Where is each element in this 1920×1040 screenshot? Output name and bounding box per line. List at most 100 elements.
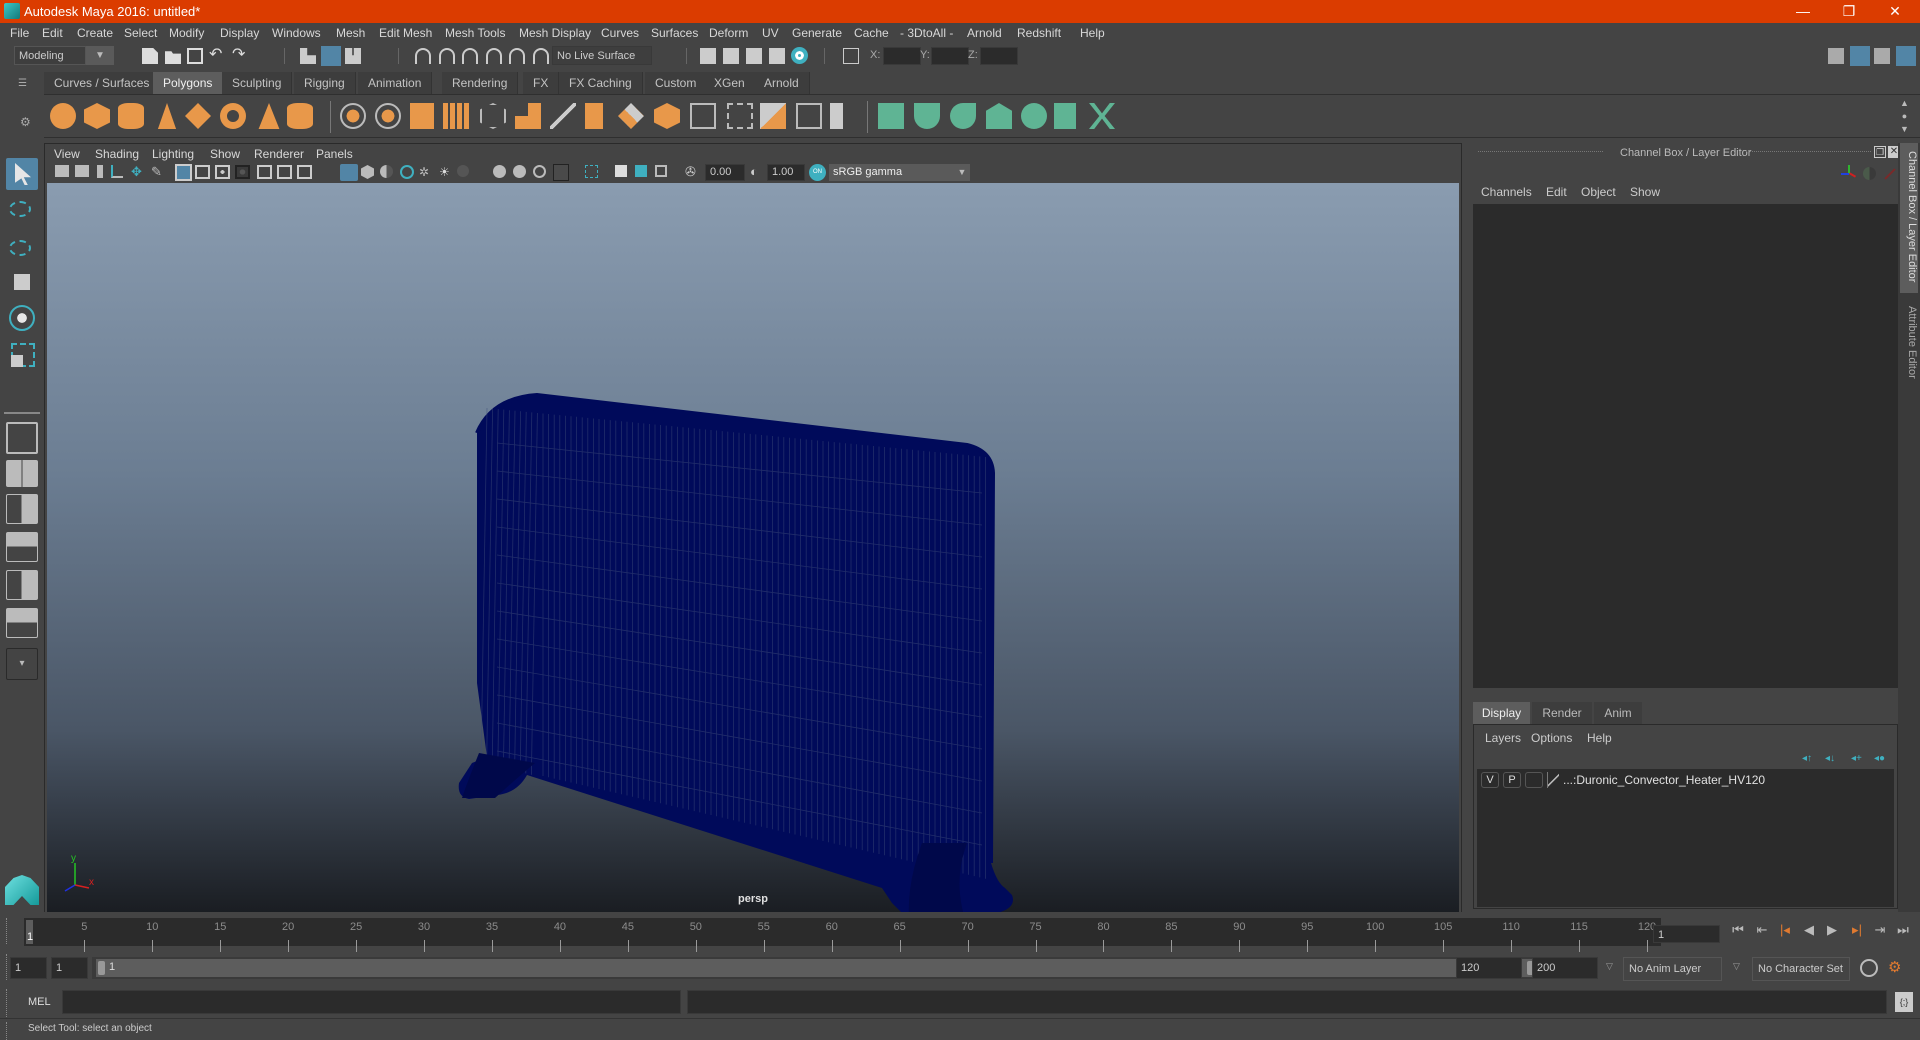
ipr-render-icon[interactable] xyxy=(746,48,762,64)
render-view-icon[interactable] xyxy=(700,48,716,64)
options-menu[interactable]: Options xyxy=(1531,731,1572,745)
move-layer-down-icon[interactable]: ◂↓ xyxy=(1825,753,1839,764)
hypershade-icon[interactable] xyxy=(791,47,808,64)
x-field[interactable] xyxy=(883,47,921,65)
object-menu[interactable]: Object xyxy=(1581,185,1616,199)
grid-toggle-icon[interactable] xyxy=(175,164,192,181)
snap-point-icon[interactable] xyxy=(462,48,478,64)
panel-drag-handle[interactable] xyxy=(1478,151,1603,153)
menu-mesh-display[interactable]: Mesh Display xyxy=(519,26,591,40)
four-view-layout-button[interactable] xyxy=(6,460,38,487)
resolution-gate-icon[interactable] xyxy=(215,165,230,179)
playback-end-field[interactable]: 120 xyxy=(1456,957,1522,979)
exposure-field[interactable]: 0.00 xyxy=(705,164,745,181)
poly-pyramid-icon[interactable] xyxy=(258,103,280,129)
shelf-tab-polygons[interactable]: Polygons xyxy=(153,72,224,94)
panel-menu-panels[interactable]: Panels xyxy=(316,147,353,161)
z-field[interactable] xyxy=(980,47,1018,65)
animation-end-field[interactable]: 200 xyxy=(1532,957,1598,979)
camera-icon[interactable] xyxy=(55,165,69,177)
channel-list[interactable] xyxy=(1473,204,1898,688)
time-slider[interactable]: 1 5 10 15 20 25 30 35 40 45 50 55 60 65 70 75 80 85 90 95 1… xyxy=(24,918,1661,952)
single-perspective-layout-button[interactable] xyxy=(6,422,38,454)
ambient-occlusion-icon[interactable] xyxy=(457,165,469,177)
menu-cache[interactable]: Cache xyxy=(854,26,889,40)
hyper-icon[interactable] xyxy=(1884,168,1896,180)
rotate-tool[interactable] xyxy=(6,302,38,334)
film-gate-icon[interactable] xyxy=(195,165,210,179)
step-back-key-button[interactable]: |◂ xyxy=(1777,922,1793,938)
menu-mesh-tools[interactable]: Mesh Tools xyxy=(445,26,505,40)
menu-redshift[interactable]: Redshift xyxy=(1017,26,1061,40)
layer-visibility-toggle[interactable]: V xyxy=(1481,772,1499,788)
live-surface-field[interactable]: No Live Surface xyxy=(552,46,652,65)
layer-tab-render[interactable]: Render xyxy=(1532,702,1592,724)
step-forward-key-button[interactable]: ▸| xyxy=(1849,922,1865,938)
layer-playback-toggle[interactable]: P xyxy=(1503,772,1521,788)
close-button[interactable]: ✕ xyxy=(1872,0,1918,23)
persp-outliner-layout-button[interactable] xyxy=(6,494,38,524)
poly-pipe-icon[interactable] xyxy=(287,103,313,129)
render-current-frame-icon[interactable] xyxy=(723,48,739,64)
camera-attributes-icon[interactable] xyxy=(75,165,89,177)
panel-menu-lighting[interactable]: Lighting xyxy=(152,147,194,161)
menu-edit[interactable]: Edit xyxy=(42,26,63,40)
isolate-select-icon[interactable] xyxy=(585,165,598,178)
shelf-scroll[interactable]: ▲ ● ▼ xyxy=(1900,97,1909,136)
menu-help[interactable]: Help xyxy=(1080,26,1105,40)
append-polygon-icon[interactable] xyxy=(727,103,753,129)
fill-hole-icon[interactable] xyxy=(830,103,856,129)
scale-tool[interactable] xyxy=(6,340,38,372)
character-set-dropdown-icon[interactable]: ▽ xyxy=(1733,961,1740,972)
snap-view-plane-icon[interactable] xyxy=(486,48,502,64)
shelf-settings-icon[interactable]: ⚙ xyxy=(20,115,32,129)
shelf-tab-animation[interactable]: Animation xyxy=(358,72,433,94)
select-by-hierarchy-icon[interactable] xyxy=(300,48,316,64)
transform-constraint-icon[interactable] xyxy=(843,48,859,64)
range-start-handle[interactable] xyxy=(98,961,105,975)
shelf-tab-curves-surfaces[interactable]: Curves / Surfaces xyxy=(44,72,161,94)
current-frame-field[interactable]: 1 xyxy=(1653,925,1720,943)
speed-icon[interactable] xyxy=(1863,167,1876,180)
character-set-dropdown[interactable]: No Character Set xyxy=(1752,957,1850,981)
script-editor-icon[interactable]: {;} xyxy=(1895,992,1913,1012)
uv-planar-icon[interactable] xyxy=(878,103,904,129)
gamma-icon[interactable]: ◐ xyxy=(750,165,766,181)
xray-joints-icon[interactable] xyxy=(615,165,627,177)
channel-box-toggle-icon[interactable] xyxy=(1896,46,1916,66)
texture-mode-icon[interactable] xyxy=(655,165,667,177)
xray-icon[interactable] xyxy=(553,164,569,181)
poly-sphere-icon[interactable] xyxy=(50,103,76,129)
layer-display-type-toggle[interactable] xyxy=(1525,772,1543,788)
motion-blur-icon[interactable] xyxy=(493,165,506,178)
lasso-tool[interactable] xyxy=(6,195,38,227)
modeling-toolkit-icon[interactable] xyxy=(1828,48,1844,64)
new-layer-selected-icon[interactable]: ◂● xyxy=(1874,753,1888,764)
tool-settings-icon[interactable] xyxy=(1874,48,1890,64)
play-backwards-button[interactable]: ◀ xyxy=(1801,922,1817,938)
menu-deform[interactable]: Deform xyxy=(709,26,748,40)
xray-active-icon[interactable] xyxy=(635,165,647,177)
safe-title-icon[interactable] xyxy=(297,165,312,179)
safe-action-icon[interactable] xyxy=(277,165,292,179)
uv-spherical-icon[interactable] xyxy=(950,103,976,129)
depth-of-field-icon[interactable] xyxy=(533,165,546,178)
use-all-lights-icon[interactable]: ✲ xyxy=(419,165,435,181)
play-forwards-button[interactable]: ▶ xyxy=(1824,922,1840,938)
command-language-toggle[interactable]: MEL xyxy=(28,996,51,1008)
layer-tab-anim[interactable]: Anim xyxy=(1594,702,1642,724)
textured-icon[interactable] xyxy=(400,165,414,179)
new-scene-icon[interactable] xyxy=(142,48,158,64)
separate-icon[interactable] xyxy=(375,103,401,129)
help-menu[interactable]: Help xyxy=(1587,731,1612,745)
shelf-menu-icon[interactable]: ☰ xyxy=(18,78,30,90)
merge-icon[interactable] xyxy=(796,103,822,129)
y-field[interactable] xyxy=(931,47,969,65)
float-panel-icon[interactable]: ❐ xyxy=(1874,146,1886,158)
combine-icon[interactable] xyxy=(340,103,366,129)
shelf-tab-custom[interactable]: Custom xyxy=(645,72,708,94)
color-space-dropdown[interactable]: sRGB gamma xyxy=(829,164,954,181)
shelf-tab-fx[interactable]: FX xyxy=(523,72,560,94)
playback-start-field[interactable]: 1 xyxy=(51,957,88,979)
smooth-icon[interactable] xyxy=(443,103,469,129)
